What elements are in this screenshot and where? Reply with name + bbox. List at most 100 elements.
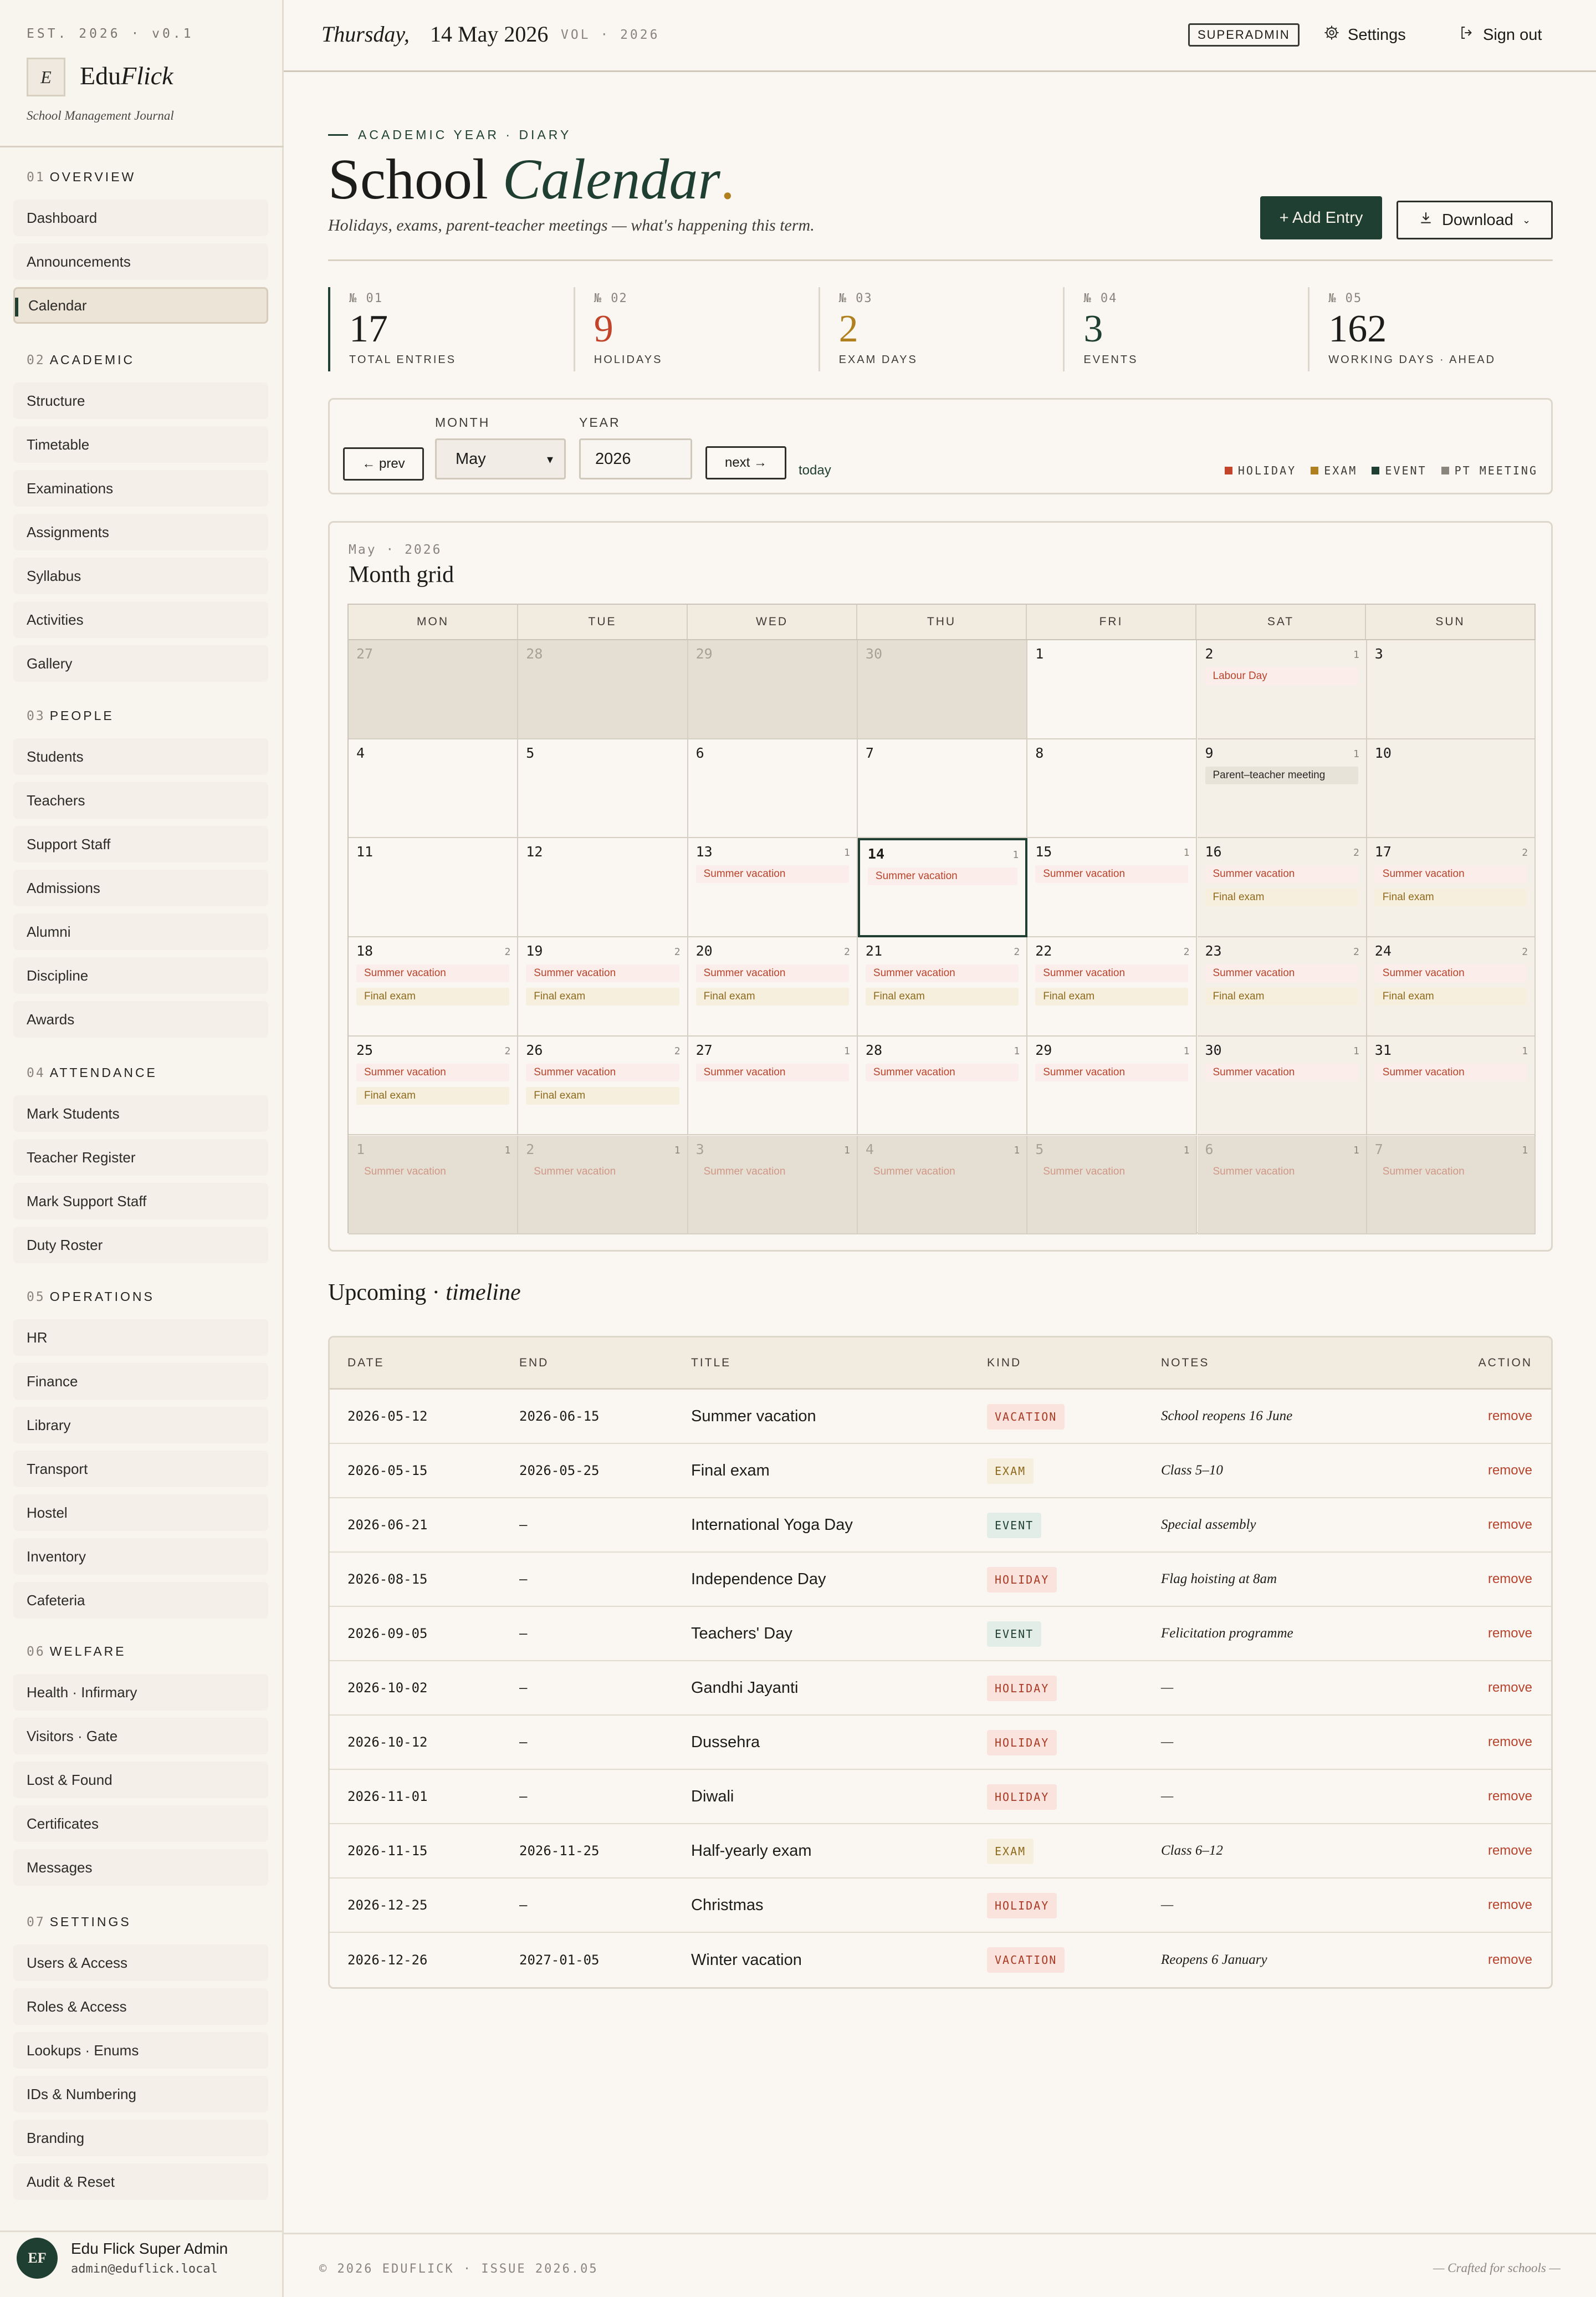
- calendar-event-chip[interactable]: Summer vacation: [866, 1163, 1019, 1181]
- calendar-event-chip[interactable]: Summer vacation: [1374, 964, 1527, 983]
- sidebar-item-lost-found[interactable]: Lost & Found: [13, 1762, 268, 1798]
- calendar-event-chip[interactable]: Final exam: [1205, 988, 1358, 1006]
- sidebar-item-discipline[interactable]: Discipline: [13, 957, 268, 994]
- calendar-day-cell[interactable]: 1 1 Summer vacation: [349, 1135, 519, 1235]
- sidebar-item-students[interactable]: Students: [13, 738, 268, 775]
- calendar-day-cell[interactable]: 17 2 Summer vacation Final exam: [1367, 838, 1536, 938]
- sidebar-item-teacher-register[interactable]: Teacher Register: [13, 1139, 268, 1176]
- calendar-day-cell[interactable]: 20 2 Summer vacation Final exam: [688, 937, 858, 1037]
- calendar-day-cell[interactable]: 10: [1367, 739, 1536, 839]
- sidebar-item-branding[interactable]: Branding: [13, 2120, 268, 2156]
- calendar-day-cell[interactable]: 18 2 Summer vacation Final exam: [349, 937, 519, 1037]
- user-card[interactable]: EF Edu Flick Super Admin admin@eduflick.…: [0, 2230, 284, 2297]
- calendar-event-chip[interactable]: Summer vacation: [1035, 1163, 1188, 1181]
- sidebar-item-structure[interactable]: Structure: [13, 382, 268, 419]
- brand-name[interactable]: EduFlick: [80, 61, 173, 90]
- calendar-event-chip[interactable]: Final exam: [1374, 988, 1527, 1006]
- calendar-day-cell[interactable]: 25 2 Summer vacation Final exam: [349, 1036, 519, 1136]
- calendar-day-cell[interactable]: 27 1 Summer vacation: [688, 1036, 858, 1136]
- calendar-day-cell[interactable]: 16 2 Summer vacation Final exam: [1197, 838, 1367, 938]
- sidebar-item-awards[interactable]: Awards: [13, 1001, 268, 1038]
- calendar-day-cell[interactable]: 24 2 Summer vacation Final exam: [1367, 937, 1536, 1037]
- calendar-day-cell[interactable]: 30 1 Summer vacation: [1197, 1036, 1367, 1136]
- download-button[interactable]: Download ⌄: [1396, 201, 1553, 239]
- sidebar-item-mark-support-staff[interactable]: Mark Support Staff: [13, 1183, 268, 1219]
- remove-link[interactable]: remove: [1488, 1626, 1532, 1641]
- calendar-event-chip[interactable]: Summer vacation: [865, 1063, 1019, 1081]
- calendar-day-cell[interactable]: 29 1 Summer vacation: [1027, 1036, 1198, 1136]
- calendar-day-cell[interactable]: 9 1 Parent–teacher meeting: [1197, 739, 1367, 839]
- calendar-day-cell[interactable]: 6: [688, 739, 858, 839]
- calendar-day-cell[interactable]: 21 2 Summer vacation Final exam: [857, 937, 1028, 1037]
- remove-link[interactable]: remove: [1488, 1408, 1532, 1424]
- calendar-day-cell[interactable]: 31 1 Summer vacation: [1367, 1036, 1536, 1136]
- calendar-day-cell[interactable]: 5: [518, 739, 688, 839]
- calendar-event-chip[interactable]: Summer vacation: [356, 1063, 510, 1081]
- calendar-event-chip[interactable]: Final exam: [1374, 889, 1527, 907]
- calendar-event-chip[interactable]: Summer vacation: [696, 1163, 849, 1181]
- calendar-event-chip[interactable]: Summer vacation: [865, 964, 1019, 983]
- remove-link[interactable]: remove: [1488, 1952, 1532, 1968]
- sidebar-item-library[interactable]: Library: [13, 1407, 268, 1443]
- year-input[interactable]: 2026: [579, 438, 692, 479]
- calendar-day-cell[interactable]: 26 2 Summer vacation Final exam: [518, 1036, 688, 1136]
- remove-link[interactable]: remove: [1488, 1734, 1532, 1750]
- sidebar-item-calendar[interactable]: Calendar: [13, 287, 268, 324]
- calendar-day-cell[interactable]: 11: [349, 838, 519, 938]
- sidebar-item-users-access[interactable]: Users & Access: [13, 1944, 268, 1981]
- calendar-day-cell[interactable]: 2 1 Labour Day: [1197, 640, 1367, 739]
- calendar-day-cell[interactable]: 5 1 Summer vacation: [1027, 1135, 1198, 1235]
- calendar-event-chip[interactable]: Summer vacation: [1205, 964, 1358, 983]
- sidebar-item-announcements[interactable]: Announcements: [13, 243, 268, 280]
- sidebar-item-duty-roster[interactable]: Duty Roster: [13, 1227, 268, 1263]
- calendar-event-chip[interactable]: Final exam: [526, 1086, 679, 1105]
- remove-link[interactable]: remove: [1488, 1463, 1532, 1478]
- calendar-day-cell[interactable]: 19 2 Summer vacation Final exam: [518, 937, 688, 1037]
- calendar-event-chip[interactable]: Parent–teacher meeting: [1205, 766, 1358, 784]
- sidebar-item-assignments[interactable]: Assignments: [13, 514, 268, 550]
- sidebar-item-ids-numbering[interactable]: IDs & Numbering: [13, 2076, 268, 2112]
- prev-month-button[interactable]: ← prev: [343, 447, 424, 481]
- calendar-day-cell[interactable]: 7 1 Summer vacation: [1367, 1135, 1536, 1235]
- calendar-day-cell[interactable]: 29: [688, 640, 858, 739]
- calendar-day-cell[interactable]: 4 1 Summer vacation: [857, 1135, 1028, 1235]
- sign-out-button[interactable]: Sign out: [1459, 24, 1542, 45]
- sidebar-item-hr[interactable]: HR: [13, 1319, 268, 1356]
- next-month-button[interactable]: next →: [705, 446, 786, 479]
- calendar-day-cell[interactable]: 1: [1027, 640, 1198, 739]
- calendar-event-chip[interactable]: Summer vacation: [695, 865, 849, 884]
- calendar-event-chip[interactable]: Summer vacation: [1035, 865, 1189, 884]
- calendar-event-chip[interactable]: Summer vacation: [867, 867, 1018, 886]
- sidebar-item-certificates[interactable]: Certificates: [13, 1805, 268, 1842]
- calendar-event-chip[interactable]: Summer vacation: [356, 1163, 509, 1181]
- sidebar-item-alumni[interactable]: Alumni: [13, 913, 268, 950]
- sidebar-item-activities[interactable]: Activities: [13, 601, 268, 638]
- calendar-day-cell[interactable]: 28 1 Summer vacation: [857, 1036, 1028, 1136]
- calendar-event-chip[interactable]: Labour Day: [1205, 667, 1358, 685]
- remove-link[interactable]: remove: [1488, 1843, 1532, 1859]
- calendar-event-chip[interactable]: Summer vacation: [526, 964, 679, 983]
- sidebar-item-gallery[interactable]: Gallery: [13, 645, 268, 682]
- calendar-event-chip[interactable]: Summer vacation: [1035, 1063, 1189, 1081]
- settings-button[interactable]: Settings: [1323, 24, 1406, 45]
- remove-link[interactable]: remove: [1488, 1680, 1532, 1696]
- calendar-day-cell[interactable]: 4: [349, 739, 519, 839]
- calendar-event-chip[interactable]: Final exam: [356, 1086, 510, 1105]
- calendar-day-cell[interactable]: 3 1 Summer vacation: [688, 1135, 858, 1235]
- calendar-event-chip[interactable]: Final exam: [526, 988, 679, 1006]
- calendar-event-chip[interactable]: Summer vacation: [1374, 865, 1527, 884]
- calendar-event-chip[interactable]: Summer vacation: [526, 1063, 679, 1081]
- calendar-day-cell[interactable]: 13 1 Summer vacation: [688, 838, 858, 938]
- calendar-event-chip[interactable]: Summer vacation: [1375, 1163, 1527, 1181]
- sidebar-item-examinations[interactable]: Examinations: [13, 470, 268, 507]
- sidebar-item-inventory[interactable]: Inventory: [13, 1538, 268, 1575]
- calendar-event-chip[interactable]: Summer vacation: [1374, 1063, 1527, 1081]
- sidebar-item-health-infirmary[interactable]: Health · Infirmary: [13, 1674, 268, 1711]
- sidebar-item-timetable[interactable]: Timetable: [13, 426, 268, 463]
- sidebar-item-mark-students[interactable]: Mark Students: [13, 1095, 268, 1132]
- calendar-day-cell[interactable]: 12: [518, 838, 688, 938]
- remove-link[interactable]: remove: [1488, 1897, 1532, 1913]
- month-select[interactable]: May ▾: [435, 438, 566, 479]
- calendar-day-cell[interactable]: 7: [857, 739, 1028, 839]
- sidebar-item-lookups-enums[interactable]: Lookups · Enums: [13, 2032, 268, 2069]
